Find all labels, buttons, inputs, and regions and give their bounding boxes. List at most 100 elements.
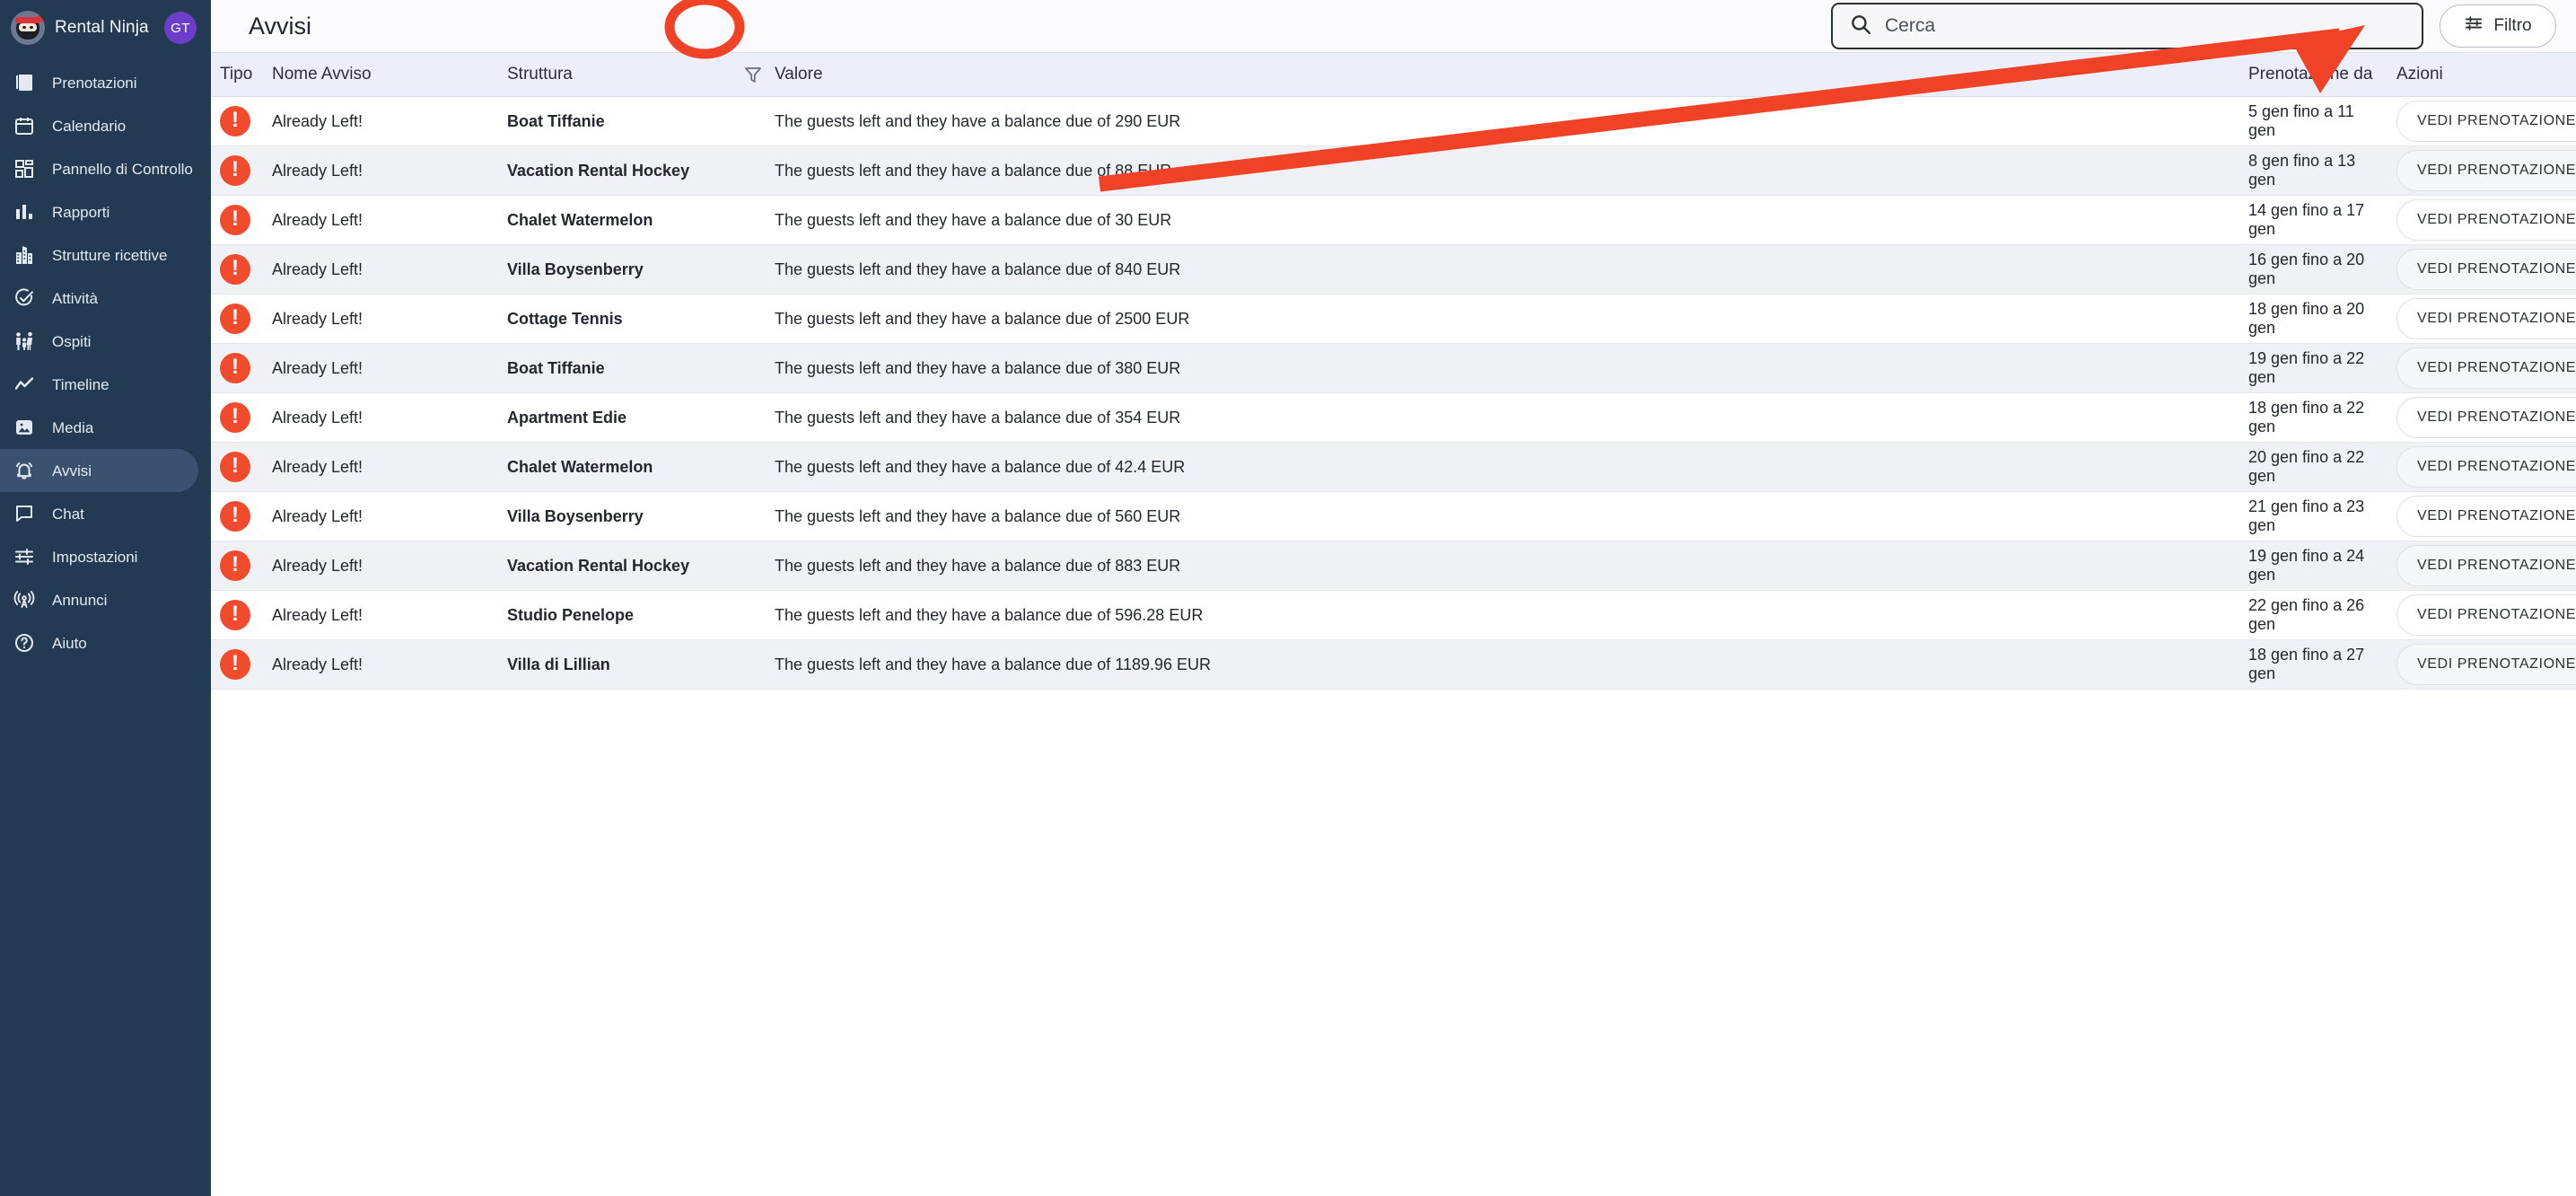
sidebar-item-strutture-ricettive[interactable]: Strutture ricettive	[0, 233, 198, 277]
row-value-text: The guests left and they have a balance …	[775, 210, 1172, 229]
page-title: Avvisi	[249, 12, 312, 40]
row-actions-cell: VEDI PRENOTAZIONE	[2396, 644, 2576, 685]
sidebar-item-calendario[interactable]: Calendario	[0, 104, 198, 147]
row-type-cell: !	[211, 600, 272, 630]
row-value-text: The guests left and they have a balance …	[775, 655, 1211, 673]
row-booking-dates: 21 gen fino a 23 gen	[2248, 497, 2365, 534]
row-actions-cell: VEDI PRENOTAZIONE	[2396, 150, 2576, 191]
row-booking-dates: 20 gen fino a 22 gen	[2248, 448, 2365, 485]
sidebar-item-media[interactable]: Media	[0, 406, 198, 449]
sidebar-item-pannello-di-controllo[interactable]: Pannello di Controllo	[0, 147, 198, 190]
search-input[interactable]	[1885, 15, 2405, 37]
table-row: ! Already Left! Villa di Lillian The guests…	[211, 640, 2576, 690]
column-header-tipo[interactable]: Tipo	[211, 65, 272, 84]
sidebar-item-timeline[interactable]: Timeline	[0, 363, 198, 406]
search-icon	[1849, 13, 1872, 40]
funnel-filter-icon[interactable]	[732, 64, 775, 85]
filter-button[interactable]: Filtro	[2440, 4, 2556, 48]
column-header-struttura[interactable]: Struttura	[507, 65, 732, 84]
sidebar-item-ospiti[interactable]: Ospiti	[0, 320, 198, 363]
settings-sliders-icon	[13, 545, 36, 568]
brand-name: Rental Ninja	[55, 18, 149, 37]
row-property-name: Boat Tiffanie	[507, 111, 605, 130]
view-booking-button[interactable]: VEDI PRENOTAZIONE	[2396, 199, 2576, 241]
table-header-row: Tipo Nome Avviso Struttura Valore Prenot…	[211, 52, 2576, 97]
row-property-name: Boat Tiffanie	[507, 358, 605, 377]
view-booking-button[interactable]: VEDI PRENOTAZIONE	[2396, 249, 2576, 290]
row-actions-cell: VEDI PRENOTAZIONE	[2396, 545, 2576, 586]
sidebar-item-label: Impostazioni	[52, 548, 138, 566]
alert-exclamation-icon: !	[220, 649, 250, 680]
view-booking-button[interactable]: VEDI PRENOTAZIONE	[2396, 298, 2576, 339]
avatar[interactable]: GT	[164, 12, 197, 44]
bookings-icon	[13, 71, 36, 94]
sidebar-item-avvisi[interactable]: Avvisi	[0, 449, 198, 492]
table-row: ! Already Left! Chalet Watermelon The guest…	[211, 443, 2576, 492]
alert-exclamation-icon: !	[220, 254, 250, 285]
row-alert-name: Already Left!	[272, 210, 364, 229]
column-header-nome[interactable]: Nome Avviso	[272, 65, 507, 84]
row-property-name: Vacation Rental Hockey	[507, 161, 690, 180]
sidebar-item-impostazioni[interactable]: Impostazioni	[0, 535, 198, 578]
table-row: ! Already Left! Villa Boysenberry The guest…	[211, 245, 2576, 295]
table-row: ! Already Left! Cottage Tennis The guests l…	[211, 295, 2576, 344]
sidebar-item-label: Aiuto	[52, 634, 87, 652]
row-type-cell: !	[211, 254, 272, 285]
row-type-cell: !	[211, 649, 272, 680]
sidebar-item-label: Rapporti	[52, 203, 110, 221]
row-value-text: The guests left and they have a balance …	[775, 111, 1181, 130]
alerts-table: Tipo Nome Avviso Struttura Valore Prenot…	[211, 52, 2576, 690]
column-header-azioni[interactable]: Azioni	[2396, 65, 2576, 84]
sidebar-item-annunci[interactable]: Annunci	[0, 578, 198, 621]
sidebar-item-prenotazioni[interactable]: Prenotazioni	[0, 61, 198, 104]
row-alert-name: Already Left!	[272, 358, 364, 377]
sidebar-item-rapporti[interactable]: Rapporti	[0, 190, 198, 233]
sidebar-item-label: Media	[52, 418, 94, 436]
sidebar: Rental Ninja GT Prenotazioni Calendario Pa…	[0, 0, 211, 1196]
search-box[interactable]	[1831, 3, 2423, 49]
alert-exclamation-icon: !	[220, 402, 250, 433]
view-booking-button[interactable]: VEDI PRENOTAZIONE	[2396, 545, 2576, 586]
row-actions-cell: VEDI PRENOTAZIONE	[2396, 199, 2576, 241]
row-alert-name: Already Left!	[272, 309, 364, 328]
alert-glyph: !	[232, 404, 239, 428]
sidebar-item-chat[interactable]: Chat	[0, 492, 198, 535]
view-booking-button[interactable]: VEDI PRENOTAZIONE	[2396, 101, 2576, 142]
view-booking-button[interactable]: VEDI PRENOTAZIONE	[2396, 644, 2576, 685]
view-booking-button[interactable]: VEDI PRENOTAZIONE	[2396, 594, 2576, 636]
row-value-text: The guests left and they have a balance …	[775, 506, 1181, 525]
row-booking-dates: 19 gen fino a 22 gen	[2248, 349, 2365, 386]
table-body: ! Already Left! Boat Tiffanie The guests le…	[211, 97, 2576, 690]
view-booking-button[interactable]: VEDI PRENOTAZIONE	[2396, 150, 2576, 191]
view-booking-button[interactable]: VEDI PRENOTAZIONE	[2396, 397, 2576, 438]
row-type-cell: !	[211, 452, 272, 482]
row-alert-name: Already Left!	[272, 408, 364, 427]
row-booking-dates: 18 gen fino a 20 gen	[2248, 300, 2365, 337]
sidebar-item-label: Chat	[52, 505, 84, 523]
table-row: ! Already Left! Vacation Rental Hockey The …	[211, 146, 2576, 196]
dashboard-icon	[13, 157, 36, 180]
sidebar-item-aiuto[interactable]: Aiuto	[0, 621, 198, 664]
chat-icon	[13, 502, 36, 525]
alert-glyph: !	[232, 305, 239, 330]
row-property-name: Chalet Watermelon	[507, 457, 653, 476]
app-root: Rental Ninja GT Prenotazioni Calendario Pa…	[0, 0, 2576, 1196]
row-value-text: The guests left and they have a balance …	[775, 457, 1186, 476]
row-booking-dates: 16 gen fino a 20 gen	[2248, 251, 2365, 287]
row-booking-dates: 19 gen fino a 24 gen	[2248, 547, 2365, 584]
column-header-valore[interactable]: Valore	[775, 65, 2248, 84]
view-booking-button[interactable]: VEDI PRENOTAZIONE	[2396, 496, 2576, 537]
view-booking-button[interactable]: VEDI PRENOTAZIONE	[2396, 347, 2576, 389]
row-alert-name: Already Left!	[272, 556, 364, 575]
row-type-cell: !	[211, 501, 272, 532]
row-value-text: The guests left and they have a balance …	[775, 161, 1172, 180]
column-header-prenotazione-da[interactable]: Prenotazione da	[2248, 65, 2396, 84]
row-actions-cell: VEDI PRENOTAZIONE	[2396, 594, 2576, 636]
view-booking-button[interactable]: VEDI PRENOTAZIONE	[2396, 446, 2576, 488]
main-content: Avvisi Filtro	[211, 0, 2576, 1196]
alert-glyph: !	[232, 108, 239, 132]
reports-icon	[13, 200, 36, 224]
sidebar-item-attivit[interactable]: Attività	[0, 277, 198, 320]
sidebar-item-label: Strutture ricettive	[52, 246, 168, 264]
alert-glyph: !	[232, 552, 239, 576]
